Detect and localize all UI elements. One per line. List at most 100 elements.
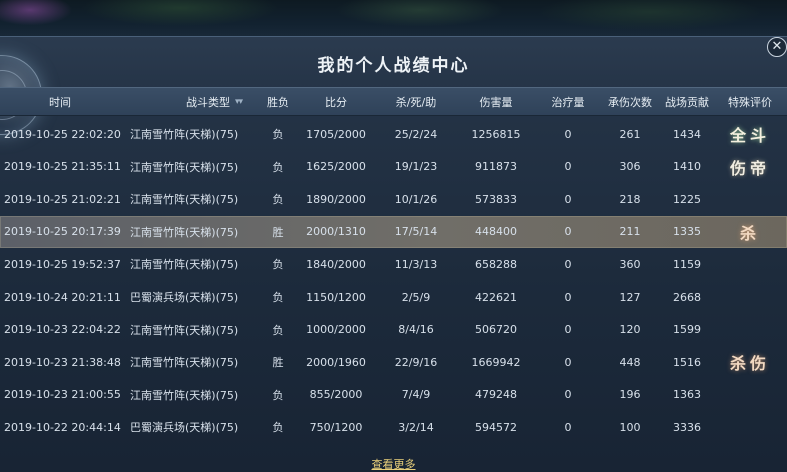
cell-contrib: 1159	[673, 257, 701, 271]
table-row[interactable]: 2019-10-25 22:02:20 江南雪竹阵(天梯)(75) 负 1705/20…	[0, 118, 787, 150]
cell-type: 江南雪竹阵(天梯)(75)	[130, 323, 239, 337]
cell-score: 2000/1310	[306, 225, 366, 239]
cell-time: 2019-10-25 20:17:39	[4, 225, 121, 239]
cell-score: 750/1200	[309, 420, 363, 434]
header-kda: 杀/死/助	[395, 95, 437, 109]
cell-result: 负	[272, 421, 284, 435]
cell-result: 胜	[272, 356, 284, 370]
cell-eval	[715, 379, 785, 411]
cell-damage: 1256815	[471, 127, 521, 141]
cell-taken: 306	[619, 160, 641, 174]
cell-eval	[715, 281, 785, 313]
scene-background	[0, 0, 787, 40]
cell-contrib: 1410	[673, 160, 701, 174]
cell-kda: 8/4/16	[398, 323, 434, 337]
eval-badge: 全斗	[729, 126, 770, 145]
cell-taken: 127	[619, 290, 641, 304]
cell-heal: 0	[564, 160, 572, 174]
cell-type: 江南雪竹阵(天梯)(75)	[130, 193, 239, 207]
cell-eval	[715, 411, 785, 443]
cell-time: 2019-10-23 21:38:48	[4, 355, 121, 369]
cell-time: 2019-10-24 20:21:11	[4, 290, 121, 304]
header-heal: 治疗量	[551, 95, 585, 109]
header-type[interactable]: 战斗类型 ▾▾	[150, 88, 278, 115]
cell-result: 负	[272, 291, 284, 304]
cell-contrib: 3336	[673, 420, 701, 434]
table-row[interactable]: 2019-10-23 21:38:48 江南雪竹阵(天梯)(75) 胜 2000/19…	[0, 346, 787, 378]
table-row[interactable]: 2019-10-22 20:44:14 巴蜀演兵场(天梯)(75) 负 750/120…	[0, 411, 787, 443]
cell-heal: 0	[564, 323, 572, 337]
cell-score: 1625/2000	[306, 160, 366, 174]
cell-time: 2019-10-23 21:00:55	[4, 388, 121, 402]
cell-score: 2000/1960	[306, 355, 366, 369]
cell-heal: 0	[564, 225, 572, 239]
table-row[interactable]: 2019-10-25 21:02:21 江南雪竹阵(天梯)(75) 负 1890/20…	[0, 183, 787, 215]
header-result: 胜负	[267, 95, 289, 109]
table-header: 时间 战斗类型 ▾▾ 胜负 比分 杀/死/助 伤害量 治疗量 承伤次数 战场贡献…	[0, 87, 787, 116]
cell-time: 2019-10-25 21:35:11	[4, 160, 121, 174]
cell-contrib: 1225	[673, 192, 701, 206]
cell-kda: 7/4/9	[401, 388, 431, 402]
cell-type: 江南雪竹阵(天梯)(75)	[130, 356, 239, 370]
cell-type: 江南雪竹阵(天梯)(75)	[130, 258, 239, 272]
cell-damage: 422621	[475, 290, 517, 304]
table-row[interactable]: 2019-10-25 21:35:11 江南雪竹阵(天梯)(75) 负 1625/20…	[0, 151, 787, 183]
eval-badge: 杀	[739, 223, 760, 243]
cell-contrib: 1335	[673, 225, 701, 239]
cell-taken: 448	[619, 355, 641, 369]
cell-score: 1705/2000	[306, 127, 366, 141]
cell-contrib: 1434	[673, 127, 701, 141]
cell-type: 江南雪竹阵(天梯)(75)	[130, 160, 239, 174]
cell-result: 负	[272, 160, 284, 174]
table-row[interactable]: 2019-10-23 21:00:55 江南雪竹阵(天梯)(75) 负 855/200…	[0, 379, 787, 411]
cell-time: 2019-10-25 21:02:21	[4, 192, 121, 206]
cell-score: 855/2000	[309, 388, 363, 402]
cell-heal: 0	[564, 290, 572, 304]
cell-result: 负	[272, 388, 284, 402]
cell-damage: 479248	[475, 388, 517, 402]
cell-heal: 0	[564, 388, 572, 402]
cell-damage: 448400	[475, 225, 517, 239]
cell-result: 负	[272, 258, 284, 272]
cell-heal: 0	[564, 192, 572, 206]
cell-time: 2019-10-25 22:02:20	[4, 127, 121, 141]
cell-kda: 2/5/9	[401, 290, 431, 304]
table-row[interactable]: 2019-10-25 20:17:39 江南雪竹阵(天梯)(75) 胜 2000/13…	[0, 215, 787, 248]
cell-taken: 196	[619, 388, 641, 402]
cell-time: 2019-10-22 20:44:14	[4, 420, 121, 434]
cell-eval: 杀	[715, 216, 785, 248]
header-damage: 伤害量	[479, 95, 513, 109]
cell-eval	[715, 248, 785, 280]
cell-kda: 11/3/13	[394, 257, 438, 271]
table-row[interactable]: 2019-10-23 22:04:22 江南雪竹阵(天梯)(75) 负 1000/20…	[0, 314, 787, 346]
cell-kda: 25/2/24	[394, 127, 438, 141]
header-contrib: 战场贡献	[665, 95, 709, 109]
cell-heal: 0	[564, 420, 572, 434]
eval-badge: 伤帝	[729, 158, 770, 178]
cell-time: 2019-10-23 22:04:22	[4, 323, 121, 337]
cell-eval: 杀伤	[715, 346, 785, 378]
cell-score: 1150/1200	[306, 290, 366, 304]
cell-contrib: 1599	[673, 323, 701, 337]
table-row[interactable]: 2019-10-24 20:21:11 巴蜀演兵场(天梯)(75) 负 1150/12…	[0, 281, 787, 313]
cell-damage: 658288	[475, 257, 517, 271]
cell-score: 1890/2000	[306, 192, 366, 206]
cell-result: 胜	[272, 225, 284, 239]
see-more-link[interactable]: 查看更多	[0, 456, 787, 472]
cell-type: 巴蜀演兵场(天梯)(75)	[130, 421, 239, 435]
cell-heal: 0	[564, 355, 572, 369]
header-score: 比分	[325, 95, 347, 109]
table-row[interactable]: 2019-10-25 19:52:37 江南雪竹阵(天梯)(75) 负 1840/20…	[0, 248, 787, 280]
header-eval: 特殊评价	[728, 95, 772, 109]
cell-kda: 3/2/14	[398, 420, 434, 434]
sort-icon[interactable]: ▾▾	[235, 97, 243, 107]
cell-taken: 360	[619, 257, 641, 271]
cell-type: 江南雪竹阵(天梯)(75)	[130, 225, 239, 239]
cell-type: 江南雪竹阵(天梯)(75)	[130, 388, 239, 402]
cell-kda: 22/9/16	[394, 355, 438, 369]
cell-contrib: 2668	[673, 290, 701, 304]
cell-taken: 211	[619, 225, 641, 239]
header-type-label: 战斗类型	[185, 95, 230, 109]
header-taken: 承伤次数	[608, 95, 652, 109]
cell-kda: 10/1/26	[394, 192, 438, 206]
